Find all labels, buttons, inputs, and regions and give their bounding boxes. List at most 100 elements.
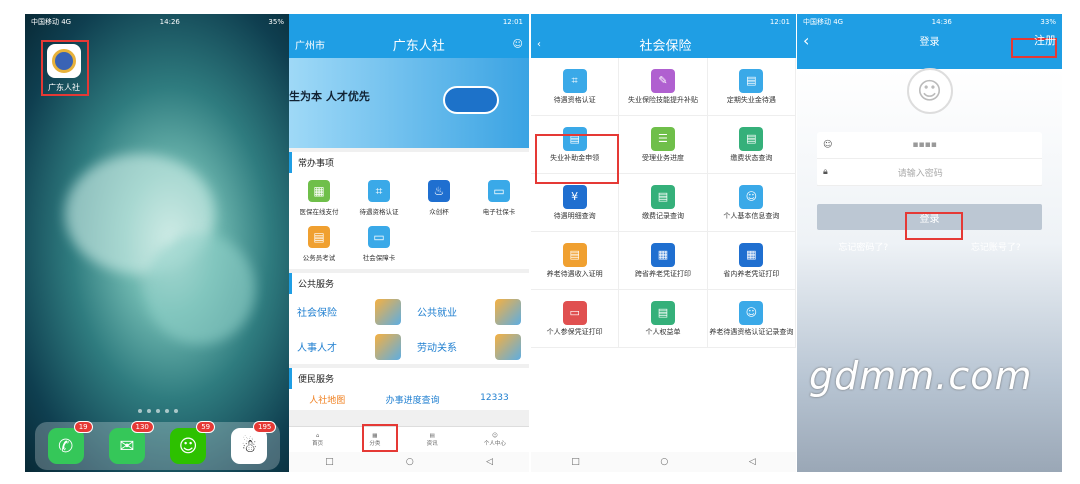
app-home-screen: 12:01 广州市 广东人社 ☺ 生为本 人才优先 常办事项 ▦ 医保在线支付 ⌗… [289,14,529,472]
section-title: 便民服务 [289,368,529,389]
service-grid: ⌗ 待遇资格认证 ✎ 失业保险技能提升补贴 ▤ 定期失业金待遇 ▤ 失业补助金申领 ☰ 受… [531,58,796,348]
public-employment-link[interactable]: 公共就业 [409,294,529,329]
password-field[interactable]: 🔒︎ 请输入密码 [817,159,1042,186]
labor-relations-link[interactable]: 劳动关系 [409,329,529,364]
city-selector[interactable]: 广州市 [295,37,325,52]
money-icon: ¥ [562,184,587,209]
social-insurance-link[interactable]: 社会保险 [289,294,409,329]
forgot-password-link[interactable]: 忘记密码了? [838,240,888,253]
common-section: 常办事项 ▦ 医保在线支付 ⌗ 待遇资格认证 ♨ 众创杯 ▭ 电子社保卡 ▤ 公务员考试 … [289,152,529,269]
service-item[interactable]: ▤ 缴费状态查询 [707,116,796,174]
common-item[interactable]: ▦ 医保在线支付 [289,175,349,221]
common-item[interactable]: ▭ 社会保障卡 [349,221,409,267]
tab-label: 首页 [312,440,324,447]
item-label: 待遇明细查询 [553,211,596,220]
system-nav-bar: □ ○ ◁ [531,452,796,472]
service-item[interactable]: ☰ 受理业务进度 [619,116,708,174]
circle-icon[interactable]: ○ [406,457,414,467]
cup-icon: ♨ [428,180,450,202]
service-item[interactable]: ▤ 个人权益单 [619,290,708,348]
register-link[interactable]: 注册 [1034,32,1056,48]
badge: 19 [73,421,93,433]
progress-link[interactable]: 办事进度查询 [386,393,440,406]
item-label: 劳动关系 [417,343,457,354]
service-item[interactable]: ▤ 养老待遇收入证明 [531,232,620,290]
wechat-icon[interactable]: ☺ 59 [170,421,216,464]
username-field[interactable]: ☺ ▪▪▪▪ [817,132,1042,159]
square-icon[interactable]: □ [325,457,334,467]
certificate-icon: ▤ [562,242,587,267]
tab-bar: ⌂ 首页 ▦ 分类 ▤ 资讯 ☺ 个人中心 [289,426,529,452]
illustration-icon [495,333,521,360]
service-item[interactable]: ▭ 个人参保凭证打印 [531,290,620,348]
service-item[interactable]: ☺ 养老待遇资格认证记录查询 [707,290,796,348]
building-icon: ▦ [308,180,330,202]
highlight-box [41,40,89,96]
service-item[interactable]: ▤ 定期失业金待遇 [707,58,796,116]
personnel-link[interactable]: 人事人才 [289,329,409,364]
common-item[interactable]: ⌗ 待遇资格认证 [349,175,409,221]
item-label: 待遇资格认证 [359,208,399,216]
item-label: 医保在线支付 [299,208,339,216]
badge: 130 [130,421,154,433]
item-label: 社会保障卡 [362,254,396,262]
messages-icon[interactable]: ✉ 130 [108,421,154,464]
user-icon: ☺ [823,140,833,150]
service-item[interactable]: ☺ 个人基本信息查询 [707,174,796,232]
item-label: 定期失业金待遇 [726,95,776,104]
banner[interactable]: 生为本 人才优先 [289,58,529,148]
page-title: 广东人社 [392,38,445,54]
public-section: 公共服务 社会保险 公共就业 人事人才 劳动关系 [289,273,529,364]
service-item[interactable]: ✎ 失业保险技能提升补贴 [619,58,708,116]
highlight-box [362,424,398,452]
back-triangle-icon[interactable]: ◁ [486,457,493,467]
login-form: ☺ ▪▪▪▪ 🔒︎ 请输入密码 [817,132,1042,186]
common-item[interactable]: ▤ 公务员考试 [289,221,349,267]
page-title: 社会保险 [639,38,692,54]
time-text: 14:36 [931,18,952,26]
login-screen: 中国移动 4G 14:36 33% ‹ 登录 注册 ☺ ☺ ▪▪▪▪ 🔒︎ 请输入密… [797,14,1062,472]
common-item[interactable]: ▭ 电子社保卡 [469,175,529,221]
tab-home[interactable]: ⌂ 首页 [312,427,323,452]
hotline-link[interactable]: 12333 [480,393,509,406]
service-item[interactable]: ▦ 省内养老凭证打印 [707,232,796,290]
item-label: 公共就业 [417,308,457,319]
chat-icon[interactable]: ☺ [513,39,523,50]
header: ‹ 社会保险 [531,30,796,58]
item-label: 养老待遇资格认证记录查询 [709,327,794,336]
illustration-icon [495,298,521,325]
tab-news[interactable]: ▤ 资讯 [427,427,438,452]
item-label: 受理业务进度 [641,153,684,162]
lock-icon: 🔒︎ [823,167,828,177]
qq-icon[interactable]: ☃ 195 [231,421,277,464]
card-icon: ▭ [562,300,587,325]
square-icon[interactable]: □ [571,457,580,467]
common-item[interactable]: ♨ 众创杯 [409,175,469,221]
back-triangle-icon[interactable]: ◁ [749,457,756,467]
phone-icon[interactable]: ✆ 19 [47,421,93,464]
back-icon[interactable]: ‹ [537,39,541,50]
print-icon: ▦ [650,242,675,267]
search-doc-icon: ▤ [739,126,764,151]
print-icon: ▦ [739,242,764,267]
section-title: 常办事项 [289,152,529,173]
watermark: gdmm.com [809,354,1033,398]
password-placeholder: 请输入密码 [897,168,943,179]
highlight-box [535,134,619,184]
item-label: 个人基本信息查询 [723,211,780,220]
service-item[interactable]: ▦ 跨省养老凭证打印 [619,232,708,290]
item-label: 公务员考试 [302,254,336,262]
time-text: 12:01 [769,18,790,26]
service-item[interactable]: ▤ 缴费记录查询 [619,174,708,232]
back-icon[interactable]: ‹ [803,31,809,50]
forgot-account-link[interactable]: 忘记账号了? [971,240,1021,253]
item-label: 众创杯 [429,208,449,216]
circle-icon[interactable]: ○ [660,457,668,467]
username-value: ▪▪▪▪ [912,140,937,150]
page-dots [25,409,290,413]
tab-profile[interactable]: ☺ 个人中心 [484,427,506,452]
doc-icon: ▤ [739,68,764,93]
map-link[interactable]: 人社地图 [309,393,345,406]
recovery-links: 忘记密码了? 忘记账号了? [797,240,1062,253]
service-item[interactable]: ⌗ 待遇资格认证 [531,58,620,116]
